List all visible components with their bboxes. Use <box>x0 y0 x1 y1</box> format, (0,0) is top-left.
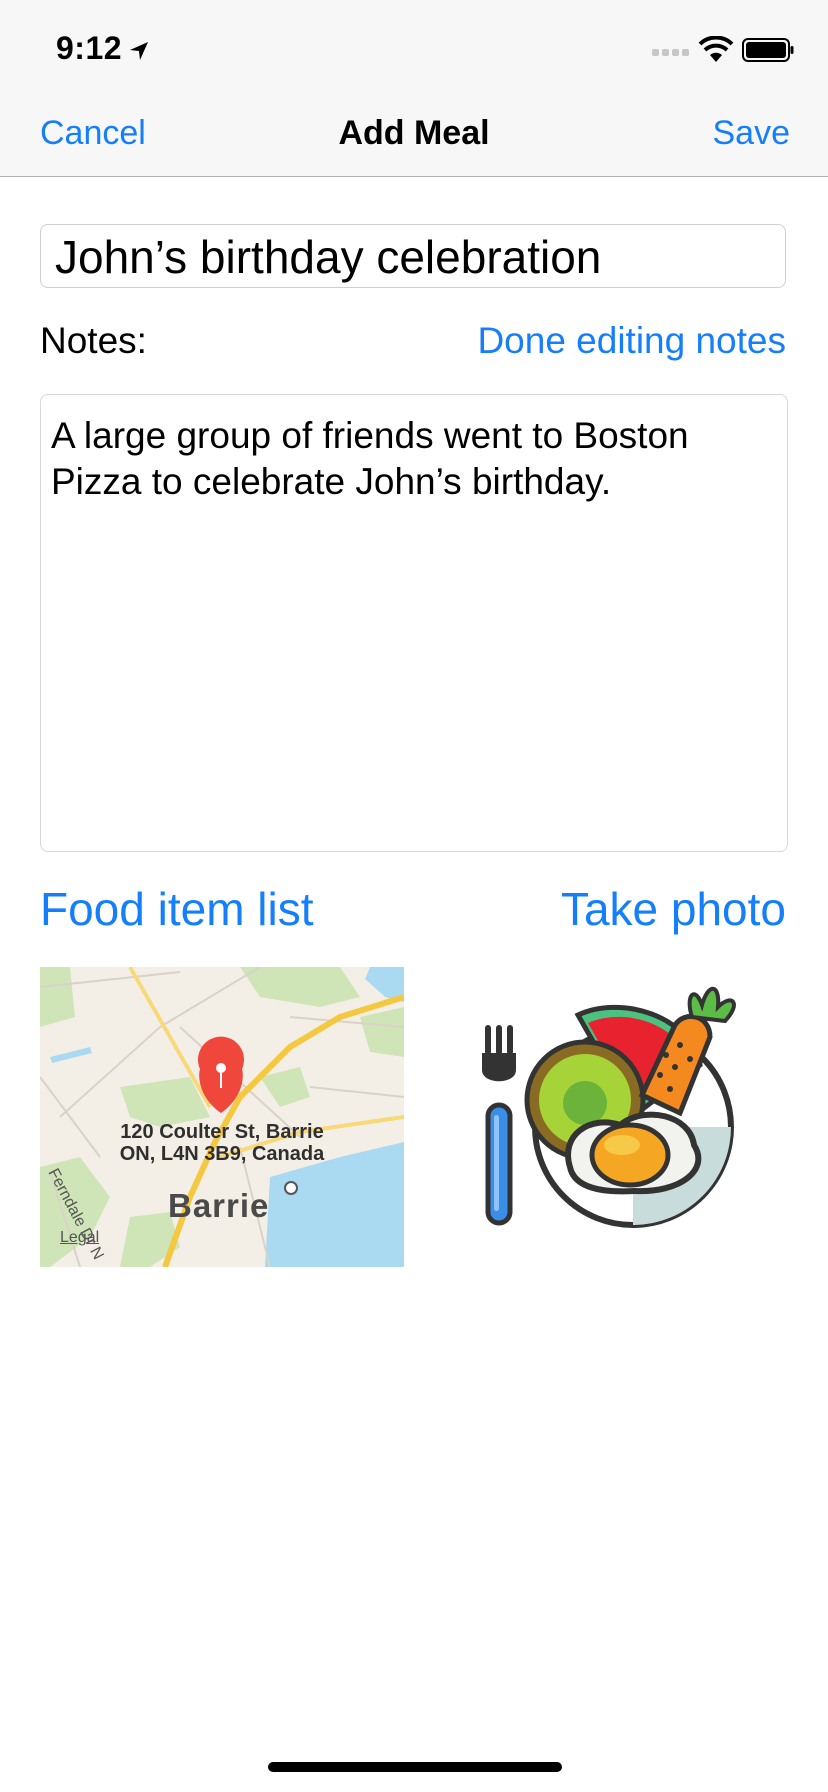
wifi-icon <box>698 36 734 62</box>
save-button[interactable]: Save <box>713 114 791 153</box>
map-address-line2: ON, L4N 3B9, Canada <box>119 1143 325 1165</box>
cellular-signal-icon <box>652 49 689 56</box>
take-photo-button[interactable]: Take photo <box>561 882 786 936</box>
navigation-bar: Cancel Add Meal Save <box>0 100 828 177</box>
status-time: 9:12 <box>56 30 123 66</box>
location-arrow-icon <box>130 42 148 60</box>
notes-label: Notes: <box>40 320 147 361</box>
page-title: Add Meal <box>338 114 490 152</box>
done-editing-notes-button[interactable]: Done editing notes <box>477 320 786 362</box>
food-item-list-button[interactable]: Food item list <box>40 882 314 936</box>
map-legal-link[interactable]: Legal <box>60 1229 99 1247</box>
meal-plate-icon[interactable] <box>470 975 760 1265</box>
battery-icon <box>742 38 794 62</box>
map-address: 120 Coulter St, Barrie ON, L4N 3B9, Cana… <box>40 1121 404 1165</box>
map-address-line1: 120 Coulter St, Barrie <box>120 1121 324 1143</box>
fork-icon <box>482 1025 516 1226</box>
status-bar: 9:12 <box>0 0 828 100</box>
map-city-label: Barrie <box>168 1187 270 1224</box>
home-indicator[interactable] <box>268 1762 562 1772</box>
meal-name-field[interactable]: John’s birthday celebration <box>40 224 786 288</box>
location-map[interactable]: Ferndale Dr N 120 Coulter St, Barrie ON,… <box>40 967 404 1267</box>
notes-text-area[interactable]: A large group of friends went to Boston … <box>40 394 788 852</box>
